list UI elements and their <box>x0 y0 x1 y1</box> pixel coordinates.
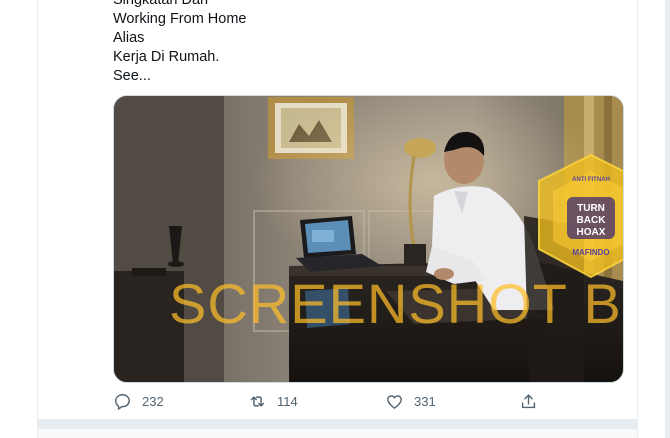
reply-button[interactable]: 232 <box>113 389 164 413</box>
timeline-left-border <box>37 0 38 438</box>
tweet-photo[interactable]: TURN BACK HOAX MAFINDO ANTI FITNAH SCREE… <box>113 95 624 383</box>
tweet-line: Working From Home <box>113 11 247 27</box>
svg-text:BACK: BACK <box>577 215 607 226</box>
timeline-right-border <box>637 0 638 438</box>
tweet-line: Kerja Di Rumah. <box>113 49 220 65</box>
watermark-text: SCREENSHOT BY <box>169 272 624 335</box>
tweet-action-bar: 232 114 331 <box>113 389 573 413</box>
see-more-link[interactable]: See... <box>113 67 533 86</box>
badge-top-text: ANTI FITNAH <box>572 177 610 183</box>
retweet-icon <box>250 395 265 407</box>
reply-icon <box>115 393 130 410</box>
next-tweet-edge <box>38 429 637 438</box>
scrollbar-track[interactable] <box>665 0 670 438</box>
retweet-button[interactable]: 114 <box>248 389 298 413</box>
tweet-line: Alias <box>113 30 145 46</box>
retweet-count: 114 <box>277 393 298 409</box>
svg-text:HOAX: HOAX <box>577 227 606 238</box>
reply-count: 232 <box>142 393 164 409</box>
share-button[interactable] <box>519 389 548 413</box>
heart-icon <box>387 394 402 409</box>
tweet-body: Singkatan Dari Working From Home Alias K… <box>113 0 533 86</box>
badge-center-text: TURN <box>577 203 605 214</box>
like-count: 331 <box>414 393 436 409</box>
tweet-line: Singkatan Dari <box>113 0 209 8</box>
mafindo-badge-icon: TURN BACK HOAX MAFINDO ANTI FITNAH <box>538 153 623 279</box>
like-button[interactable]: 331 <box>385 389 436 413</box>
share-icon <box>521 393 536 408</box>
badge-bottom-text: MAFINDO <box>572 248 609 257</box>
